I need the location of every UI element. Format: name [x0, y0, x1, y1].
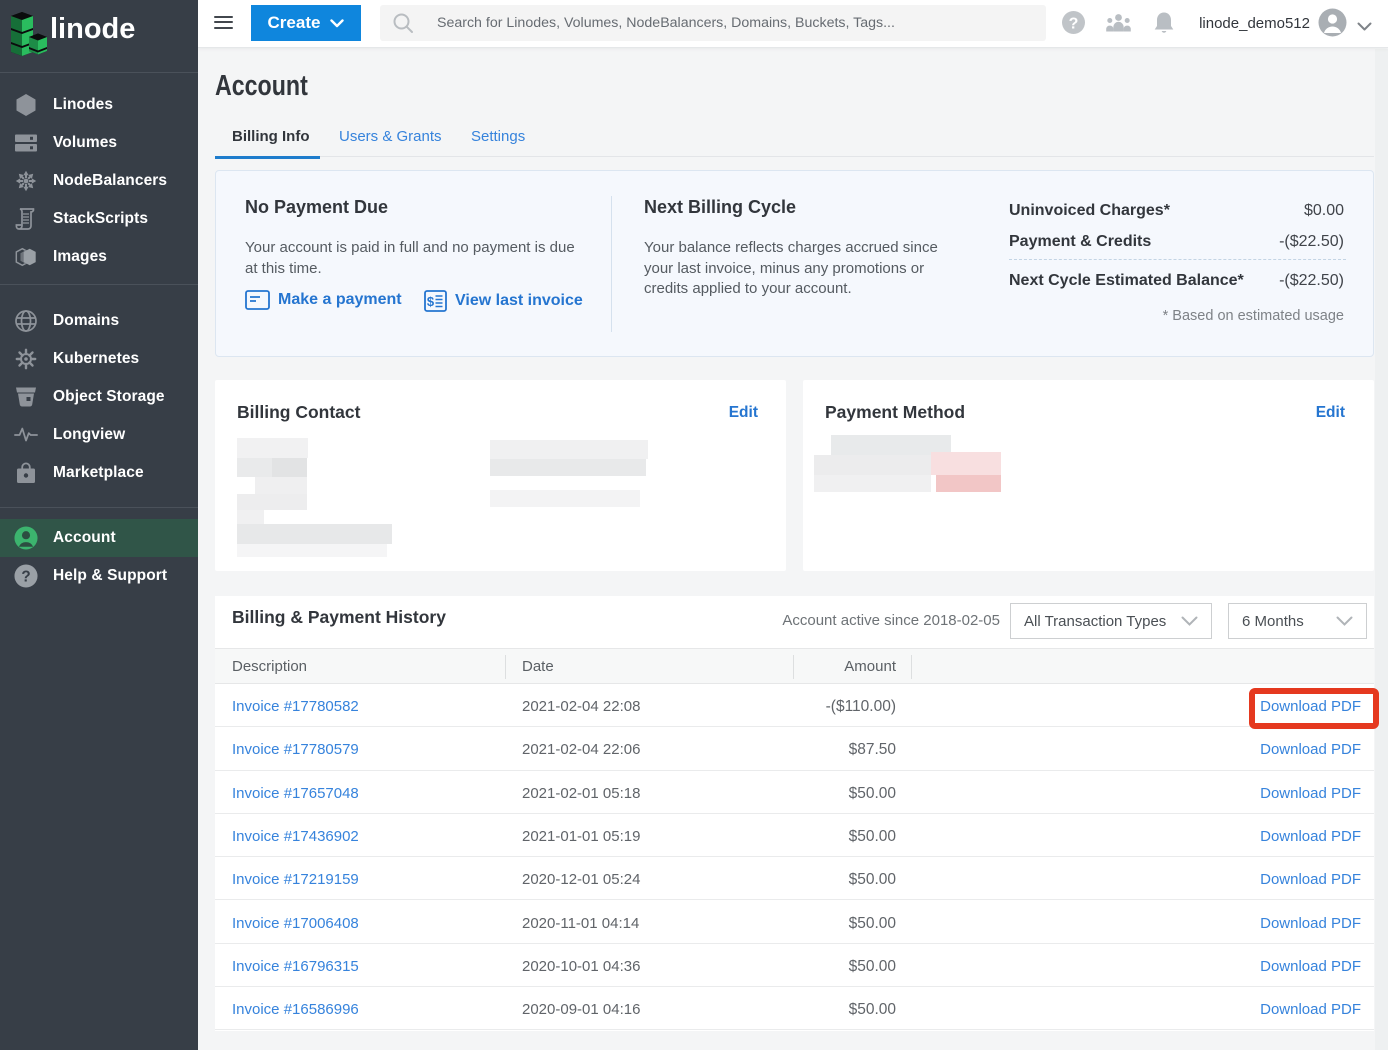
svg-text:?: ? [21, 569, 30, 586]
svg-text:$: $ [427, 294, 435, 309]
svg-text:?: ? [1069, 16, 1079, 33]
